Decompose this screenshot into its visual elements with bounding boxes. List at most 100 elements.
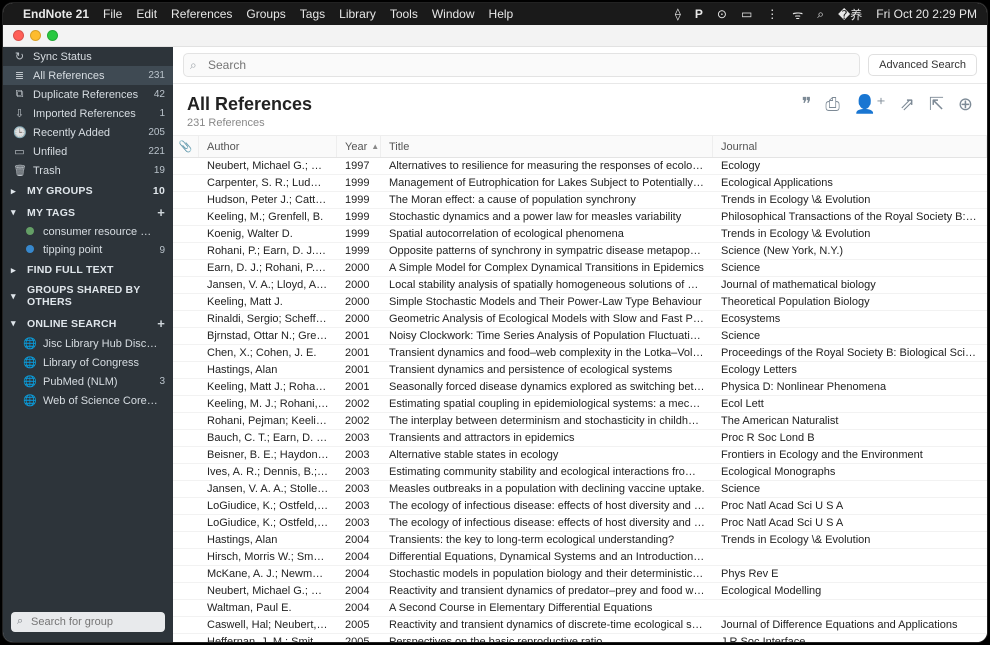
table-row[interactable]: Jansen, V. A.; Lloyd, A. L.2000Local sta… xyxy=(173,277,987,294)
sidebar-item-count: 1 xyxy=(159,108,165,119)
table-row[interactable]: Neubert, Michael G.; Klanjscek,…2004Reac… xyxy=(173,583,987,600)
sidebar-search-input[interactable] xyxy=(11,612,165,632)
sidebar-header-my-tags[interactable]: ▾MY TAGS+ xyxy=(3,200,173,223)
wifi-icon[interactable]: ᯤ xyxy=(792,6,803,23)
sidebar-header-groups-shared-by-others[interactable]: ▾GROUPS SHARED BY OTHERS xyxy=(3,279,173,311)
cell-year: 1999 xyxy=(337,243,381,259)
table-row[interactable]: Bjrnstad, Ottar N.; Grenfell, Bry…2001No… xyxy=(173,328,987,345)
battery-icon[interactable]: ▭ xyxy=(741,7,752,21)
table-row[interactable]: LoGiudice, K.; Ostfeld, R. S.; Sc…2003Th… xyxy=(173,515,987,532)
cell-author: Rohani, P.; Earn, D. J.; Grenfell,… xyxy=(199,243,337,259)
table-row[interactable]: Earn, D. J.; Rohani, P.; Bolker, B…2000A… xyxy=(173,260,987,277)
search-input[interactable] xyxy=(183,53,860,77)
table-row[interactable]: Keeling, Matt J.2000Simple Stochastic Mo… xyxy=(173,294,987,311)
sidebar-item-duplicate-references[interactable]: ⧉Duplicate References42 xyxy=(3,85,173,104)
column-journal[interactable]: Journal xyxy=(713,136,987,157)
add-icon[interactable]: + xyxy=(157,205,165,220)
sort-ascending-icon: ▲ xyxy=(371,142,379,151)
sidebar-item-all-references[interactable]: ≣All References231 xyxy=(3,66,173,85)
table-row[interactable]: Carpenter, S. R.; Ludwig, D.; Br…1999Man… xyxy=(173,175,987,192)
sidebar-header-online-search[interactable]: ▾ONLINE SEARCH+ xyxy=(3,311,173,334)
status-icon-bar[interactable]: ⋮ xyxy=(766,7,778,21)
zoom-window-button[interactable] xyxy=(47,30,58,41)
table-row[interactable]: Keeling, Matt J.; Rohani, Pejma…2001Seas… xyxy=(173,379,987,396)
cell-journal: Ecological Modelling xyxy=(713,583,987,599)
cell-journal: Ecology xyxy=(713,158,987,174)
search-spotlight-icon[interactable]: ⌕ xyxy=(817,7,824,22)
advanced-search-button[interactable]: Advanced Search xyxy=(868,54,977,76)
app-name[interactable]: EndNote 21 xyxy=(23,7,89,21)
sidebar-item-trash[interactable]: 🗑Trash19 xyxy=(3,161,173,180)
status-icon-circle[interactable]: ⊙ xyxy=(717,7,727,21)
menu-library[interactable]: Library xyxy=(339,7,376,21)
cell-year: 2003 xyxy=(337,464,381,480)
table-row[interactable]: Rinaldi, Sergio; Scheffer, Marten2000Geo… xyxy=(173,311,987,328)
menubar-status: ⟠ P ⊙ ▭ ⋮ ᯤ ⌕ �养 Fri Oct 20 2:29 PM xyxy=(675,6,977,23)
menu-window[interactable]: Window xyxy=(432,7,475,21)
menu-edit[interactable]: Edit xyxy=(136,7,157,21)
table-row[interactable]: Hastings, Alan2001Transient dynamics and… xyxy=(173,362,987,379)
column-author[interactable]: Author xyxy=(199,136,337,157)
sidebar-item-jisc-library-hub-discover[interactable]: 🌐Jisc Library Hub Discover xyxy=(3,334,173,353)
table-row[interactable]: McKane, A. J.; Newman, T. J.2004Stochast… xyxy=(173,566,987,583)
add-icon[interactable]: + xyxy=(157,316,165,331)
sidebar-item-label: Web of Science Core Collectio… xyxy=(43,395,158,407)
menu-help[interactable]: Help xyxy=(489,7,514,21)
quote-icon[interactable]: ❞ xyxy=(802,94,812,115)
menu-tags[interactable]: Tags xyxy=(300,7,325,21)
table-row[interactable]: Waltman, Paul E.2004A Second Course in E… xyxy=(173,600,987,617)
sidebar-item-library-of-congress[interactable]: 🌐Library of Congress xyxy=(3,353,173,372)
status-icon-p[interactable]: P xyxy=(695,7,703,21)
table-row[interactable]: Heffernan, J. M.; Smith, R. J.; …2005Per… xyxy=(173,634,987,642)
table-row[interactable]: Jansen, V. A. A.; Stollenwerk, N…2003Mea… xyxy=(173,481,987,498)
minimize-window-button[interactable] xyxy=(30,30,41,41)
menu-groups[interactable]: Groups xyxy=(246,7,285,21)
sidebar-item-imported-references[interactable]: ⇩Imported References1 xyxy=(3,104,173,123)
menu-tools[interactable]: Tools xyxy=(390,7,418,21)
sidebar-item-consumer-resource-model[interactable]: consumer resource model xyxy=(3,223,173,241)
menu-references[interactable]: References xyxy=(171,7,232,21)
table-row[interactable]: Neubert, Michael G.; Caswell,…1997Altern… xyxy=(173,158,987,175)
close-window-button[interactable] xyxy=(13,30,24,41)
column-attachment[interactable]: 📎 xyxy=(173,136,199,157)
status-icon[interactable]: ⟠ xyxy=(675,7,681,21)
menu-file[interactable]: File xyxy=(103,7,122,21)
sidebar-item-pubmed-nlm-[interactable]: 🌐PubMed (NLM)3 xyxy=(3,372,173,391)
add-person-icon[interactable]: 👤⁺ xyxy=(854,94,886,115)
share-icon[interactable]: ⇗ xyxy=(900,94,915,115)
table-row[interactable]: Rohani, Pejman; Keeling, Matth…2002The i… xyxy=(173,413,987,430)
sidebar-header-my-groups[interactable]: ▸MY GROUPS10 xyxy=(3,180,173,200)
sidebar-item-unfiled[interactable]: ▭Unfiled221 xyxy=(3,142,173,161)
column-year[interactable]: Year▲ xyxy=(337,136,381,157)
table-row[interactable]: Koenig, Walter D.1999Spatial autocorrela… xyxy=(173,226,987,243)
cell-author: LoGiudice, K.; Ostfeld, R. S.; Sc… xyxy=(199,498,337,514)
control-center-icon[interactable]: �养 xyxy=(838,6,862,23)
sidebar-header-find-full-text[interactable]: ▸FIND FULL TEXT xyxy=(3,259,173,279)
sidebar-item-tipping-point[interactable]: tipping point9 xyxy=(3,241,173,259)
sidebar-item-recently-added[interactable]: 🕒Recently Added205 xyxy=(3,123,173,142)
table-row[interactable]: Caswell, Hal; Neubert, Michael…2005React… xyxy=(173,617,987,634)
clock[interactable]: Fri Oct 20 2:29 PM xyxy=(876,7,977,21)
copy-icon[interactable]: ⎙ xyxy=(825,94,839,115)
web-icon[interactable]: ⊕ xyxy=(958,94,973,115)
sidebar-item-count: 205 xyxy=(148,127,165,138)
cell-author: Keeling, M. J.; Rohani, P. xyxy=(199,396,337,412)
table-row[interactable]: Keeling, M. J.; Rohani, P.2002Estimating… xyxy=(173,396,987,413)
cell-author: Caswell, Hal; Neubert, Michael… xyxy=(199,617,337,633)
table-row[interactable]: Rohani, P.; Earn, D. J.; Grenfell,…1999O… xyxy=(173,243,987,260)
table-row[interactable]: Bauch, C. T.; Earn, D. J. D.2003Transien… xyxy=(173,430,987,447)
table-row[interactable]: LoGiudice, K.; Ostfeld, R. S.; Sc…2003Th… xyxy=(173,498,987,515)
table-row[interactable]: Chen, X.; Cohen, J. E.2001Transient dyna… xyxy=(173,345,987,362)
sidebar-item-web-of-science-core-collectio-[interactable]: 🌐Web of Science Core Collectio… xyxy=(3,391,173,410)
table-row[interactable]: Ives, A. R.; Dennis, B.; Cottingh…2003Es… xyxy=(173,464,987,481)
table-row[interactable]: Hudson, Peter J.; Cattadori, Isa…1999The… xyxy=(173,192,987,209)
table-row[interactable]: Beisner, B. E.; Haydon, D. T.; C…2003Alt… xyxy=(173,447,987,464)
export-icon[interactable]: ⇱ xyxy=(929,94,944,115)
cell-attachment xyxy=(173,243,199,259)
table-row[interactable]: Keeling, M.; Grenfell, B.1999Stochastic … xyxy=(173,209,987,226)
table-row[interactable]: Hirsch, Morris W.; Smale, Step…2004Diffe… xyxy=(173,549,987,566)
sidebar-item-sync-status[interactable]: ↻Sync Status xyxy=(3,47,173,66)
table-row[interactable]: Hastings, Alan2004Transients: the key to… xyxy=(173,532,987,549)
chevron-icon: ▸ xyxy=(11,265,21,276)
column-title[interactable]: Title xyxy=(381,136,713,157)
